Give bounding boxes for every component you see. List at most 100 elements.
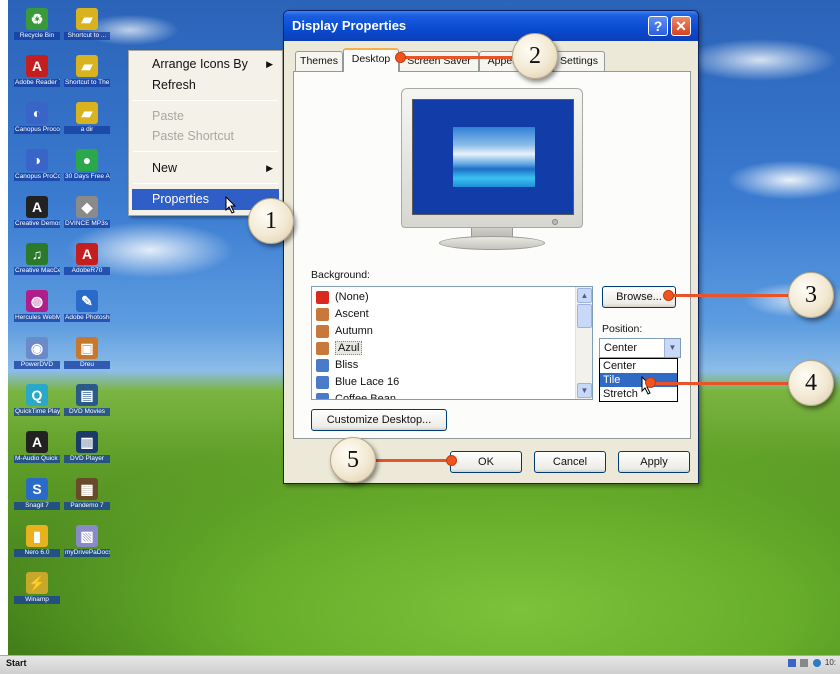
background-list-item[interactable]: Bliss — [315, 357, 358, 374]
chevron-down-icon[interactable]: ▼ — [664, 339, 680, 357]
callout-4-dot — [645, 377, 656, 388]
background-list-item[interactable]: Azul — [315, 340, 363, 357]
tab-settings[interactable]: Settings — [553, 51, 605, 71]
desktop-app-icon: ▣ — [76, 337, 98, 359]
scroll-down-icon[interactable]: ▼ — [577, 383, 592, 398]
monitor-preview — [401, 88, 583, 251]
desktop-icon-label: Recycle Bin — [14, 32, 60, 40]
menu-separator — [133, 100, 278, 101]
close-button[interactable]: ✕ — [671, 16, 691, 36]
desktop-icon-label: Snagit 7 — [14, 502, 60, 510]
tab-themes[interactable]: Themes — [295, 51, 343, 71]
callout-1: 1 — [248, 198, 294, 244]
desktop-icon-label: Dreu — [64, 361, 110, 369]
desktop-app-icon: Q — [26, 384, 48, 406]
callout-2: 2 — [512, 33, 558, 79]
callout-5: 5 — [330, 437, 376, 483]
callout-3-line — [668, 294, 788, 297]
desktop-icon-label: Shortcut to The Music — [64, 79, 110, 87]
desktop-app-icon: ▦ — [76, 478, 98, 500]
callout-4-line — [650, 382, 788, 385]
menu-item-refresh[interactable]: Refresh — [132, 75, 279, 96]
background-listbox[interactable]: (None) Ascent Autumn Azul Bliss Blue Lace 16 C… — [311, 286, 593, 400]
background-list-item[interactable]: Autumn — [315, 323, 373, 340]
background-item-label: Autumn — [335, 325, 373, 337]
image-file-icon — [316, 359, 329, 372]
background-item-label: Blue Lace 16 — [335, 376, 400, 388]
desktop-app-icon: ◍ — [26, 290, 48, 312]
mouse-cursor-icon — [225, 196, 237, 214]
desktop-icon[interactable]: ▧ myDrivePaDocs Sessions — [64, 525, 110, 585]
help-button[interactable]: ? — [648, 16, 668, 36]
desktop-icon-label: Canopus ProCoder — [14, 173, 60, 181]
desktop-app-icon: A — [26, 431, 48, 453]
background-list-item[interactable]: Coffee Bean — [315, 391, 396, 400]
image-file-icon — [316, 308, 329, 321]
desktop-app-icon: ▰ — [76, 102, 98, 124]
scroll-thumb[interactable] — [577, 304, 592, 328]
cancel-button[interactable]: Cancel — [534, 451, 606, 473]
background-item-label: Azul — [335, 341, 363, 355]
listbox-scrollbar[interactable]: ▲ ▼ — [575, 287, 592, 399]
desktop-app-icon: ✎ — [76, 290, 98, 312]
menu-item-label: Paste Shortcut — [152, 129, 234, 143]
menu-item-label: Properties — [152, 192, 209, 206]
submenu-arrow-icon: ▶ — [266, 163, 273, 173]
desktop-app-icon: ▤ — [76, 384, 98, 406]
background-list-item[interactable]: (None) — [315, 289, 369, 306]
position-option-center[interactable]: Center — [600, 359, 677, 373]
wallpaper-preview-image — [453, 127, 535, 187]
desktop-icon-label: Nero 6.0 — [14, 549, 60, 557]
desktop-app-icon: ♫ — [26, 243, 48, 265]
desktop-icon-label: Adobe Reader 7.0 — [14, 79, 60, 87]
network-icon — [788, 658, 797, 667]
menu-item-arrange-icons[interactable]: Arrange Icons By ▶ — [132, 54, 279, 75]
desktop-icon-label: Hercules WebMaster 2 — [14, 314, 60, 322]
ok-button[interactable]: OK — [450, 451, 522, 473]
desktop-app-icon: ◉ — [26, 337, 48, 359]
volume-icon — [800, 658, 809, 667]
desktop-app-icon: ▮ — [26, 525, 48, 547]
position-option-stretch[interactable]: Stretch — [600, 387, 677, 401]
background-list-item[interactable]: Ascent — [315, 306, 369, 323]
desktop-icon-label: a dir — [64, 126, 110, 134]
taskbar: Start 10: — [0, 655, 840, 674]
desktop-icon[interactable]: ⚡ Winamp — [14, 572, 60, 632]
start-button[interactable]: Start — [6, 658, 27, 668]
desktop-app-icon: ◆ — [76, 196, 98, 218]
desktop-icon-label: Adobe Photoshop CS — [64, 314, 110, 322]
menu-item-label: Arrange Icons By — [152, 57, 248, 71]
position-select[interactable]: Center ▼ — [599, 338, 681, 358]
scroll-up-icon[interactable]: ▲ — [577, 288, 592, 303]
window-title: Display Properties — [292, 18, 407, 33]
desktop-context-menu: Arrange Icons By ▶ Refresh Paste Paste S… — [128, 50, 283, 216]
desktop-icon-label: Shortcut to ... — [64, 32, 110, 40]
desktop-icon-label: DVD Movies — [64, 408, 110, 416]
monitor-base — [439, 236, 545, 250]
desktop-icon-label: AdobeR70 — [64, 267, 110, 275]
none-icon — [316, 291, 329, 304]
menu-item-new[interactable]: New ▶ — [132, 158, 279, 179]
desktop-app-icon: ▰ — [76, 8, 98, 30]
menu-item-paste: Paste — [132, 106, 279, 127]
customize-desktop-button[interactable]: Customize Desktop... — [311, 409, 447, 431]
tab-desktop[interactable]: Desktop — [343, 48, 399, 72]
image-file-icon — [316, 342, 329, 355]
callout-5-dot — [446, 455, 457, 466]
desktop-icon-label: QuickTime Player — [14, 408, 60, 416]
menu-item-label: Refresh — [152, 78, 196, 92]
menu-separator — [133, 151, 278, 152]
apply-button[interactable]: Apply — [618, 451, 690, 473]
window-titlebar[interactable]: Display Properties ? ✕ — [284, 11, 698, 41]
desktop-app-icon: ⚡ — [26, 572, 48, 594]
background-item-label: Coffee Bean — [335, 393, 396, 400]
background-item-label: Bliss — [335, 359, 359, 371]
clock: 10: — [824, 658, 836, 667]
background-list-item[interactable]: Blue Lace 16 — [315, 374, 399, 391]
menu-separator — [133, 183, 278, 184]
tab-screen-saver[interactable]: Screen Saver — [399, 51, 479, 71]
desktop-icon-label: PowerDVD — [14, 361, 60, 369]
image-file-icon — [316, 393, 329, 399]
image-file-icon — [316, 376, 329, 389]
background-item-label: Ascent — [335, 308, 369, 320]
